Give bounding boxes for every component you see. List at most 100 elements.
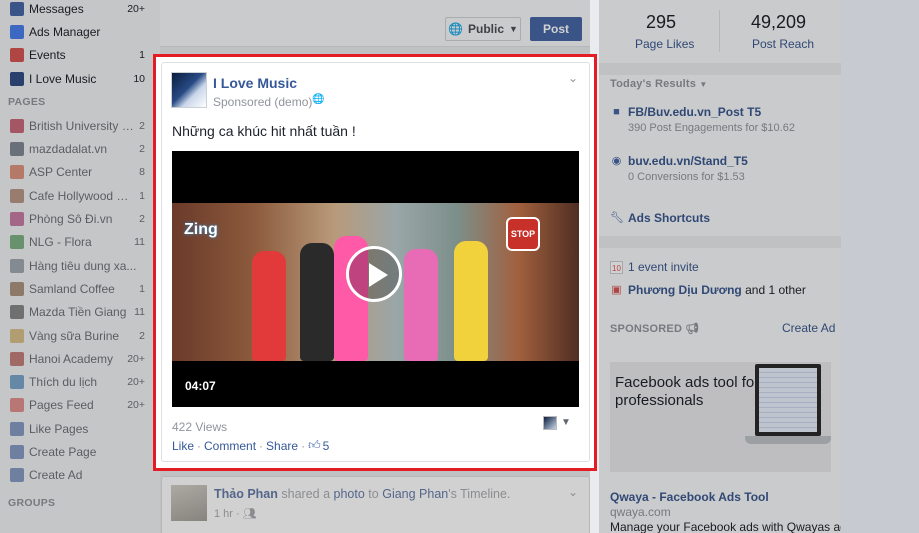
sponsored-label[interactable]: Sponsored (demo) <box>213 95 312 109</box>
caret-down-icon[interactable]: ▼ <box>561 417 571 428</box>
sidebar-item-label: NLG - Flora <box>29 235 92 250</box>
sidebar-item-label: Hàng tiêu dung xa... <box>29 258 137 273</box>
page-icon <box>10 188 24 203</box>
composer-bar: 🌐 Public ▼ Post <box>160 0 590 47</box>
sidebar-item[interactable]: ASP Center 8 <box>0 161 160 184</box>
sidebar-item-label: Events <box>29 48 66 63</box>
birthday-line: Phương Dịu Dương and 1 other <box>628 283 806 297</box>
sidebar-item[interactable]: Events 1 <box>0 44 160 67</box>
event-invite-link[interactable]: 1 event invite <box>628 260 699 274</box>
post-caption: Những ca khúc hit nhất tuần ! <box>172 123 356 139</box>
sponsored-post-card: I Love Music Sponsored (demo) 🌐 ⌄ Những … <box>161 62 590 462</box>
sidebar-item[interactable]: Phòng Sô Đi.vn 2 <box>0 207 160 230</box>
page-likes-link[interactable]: Page Likes <box>635 37 694 51</box>
sidebar-item[interactable]: I Love Music 10 <box>0 67 160 90</box>
chevron-down-icon[interactable]: ⌄ <box>568 485 578 499</box>
sidebar-item[interactable]: Hàng tiêu dung xa... <box>0 254 160 277</box>
left-sidebar: Messages 20+ Ads Manager Events 1 I Love Musi… <box>0 0 160 533</box>
video-duration: 04:07 <box>185 379 216 393</box>
ad-title-link[interactable]: Qwaya - Facebook Ads Tool <box>610 490 769 504</box>
divider <box>599 236 841 248</box>
sidebar-item[interactable]: British University Vi... 2 <box>0 114 160 137</box>
sidebar-item-count: 2 <box>139 143 145 156</box>
author-link[interactable]: Thảo Phan <box>214 487 278 501</box>
page-selector-avatar[interactable] <box>543 416 557 430</box>
sidebar-item[interactable]: Pages Feed 20+ <box>0 394 160 417</box>
wrench-icon: 🔧︎ <box>610 212 624 224</box>
sidebar-item[interactable]: Vàng sữa Burine 2 <box>0 324 160 347</box>
sponsored-header: SPONSORED 📢︎ <box>610 323 700 335</box>
page-name-link[interactable]: I Love Music <box>213 75 297 91</box>
comment-link[interactable]: Comment <box>204 439 256 453</box>
sidebar-item-label: Messages <box>29 1 84 16</box>
sidebar-item[interactable]: Like Pages <box>0 417 160 440</box>
result-1-link[interactable]: FB/Buv.edu.vn_Post T5 <box>628 105 761 119</box>
thumbs-up-icon: 👍︎ <box>308 438 321 452</box>
sidebar-item-label: Cafe Hollywood Vi... <box>29 188 136 203</box>
create-ad-link[interactable]: Create Ad <box>782 321 835 335</box>
sidebar-item[interactable]: NLG - Flora 11 <box>0 231 160 254</box>
privacy-selector-button[interactable]: 🌐 Public ▼ <box>445 17 521 41</box>
page-icon <box>10 235 24 250</box>
sidebar-item-label: Vàng sữa Burine <box>29 328 120 343</box>
sidebar-item[interactable]: Hanoi Academy 20+ <box>0 347 160 370</box>
todays-results-header[interactable]: Today's Results ▼ <box>610 78 708 90</box>
separator: · <box>259 438 264 453</box>
sidebar-item-count: 1 <box>139 49 145 62</box>
sidebar-item[interactable]: Mazda Tiền Giang 11 <box>0 301 160 324</box>
sidebar-item-count: 2 <box>139 329 145 342</box>
author-avatar[interactable] <box>171 485 207 521</box>
page-icon <box>10 165 24 180</box>
result-2-detail: 0 Conversions for $1.53 <box>628 171 745 183</box>
calendar-icon: 10 <box>610 261 623 274</box>
sidebar-item-label: ASP Center <box>29 165 93 180</box>
chevron-down-icon[interactable]: ⌄ <box>568 71 578 85</box>
post-time[interactable]: 1 hr · 👥︎ <box>214 507 257 520</box>
result-2-link[interactable]: buv.edu.vn/Stand_T5 <box>628 154 748 168</box>
sidebar-item[interactable]: Cafe Hollywood Vi... 1 <box>0 184 160 207</box>
page-avatar[interactable] <box>171 72 207 108</box>
like-count[interactable]: 👍︎ 5 <box>308 438 329 453</box>
like-count-value: 5 <box>322 438 330 453</box>
page-icon <box>10 468 24 483</box>
post-engagement-icon: ■ <box>613 106 620 118</box>
next-post-card: Thảo Phan shared a photo to Giang Phan's… <box>161 476 590 533</box>
sidebar-item-count: 11 <box>134 236 145 249</box>
sidebar-item-count: 20+ <box>127 352 145 365</box>
like-link[interactable]: Like <box>172 439 194 453</box>
post-reach-link[interactable]: Post Reach <box>752 37 814 51</box>
friends-icon: 👥︎ <box>242 508 257 520</box>
friend-name-link[interactable]: Phương Dịu Dương <box>628 283 742 297</box>
ad-image[interactable]: Facebook ads tool for professionals <box>610 362 831 472</box>
page-icon <box>10 212 24 227</box>
sidebar-item[interactable]: Create Ad <box>0 464 160 487</box>
video-player[interactable]: Zing STOP 04:07 <box>172 151 579 407</box>
page-icon <box>10 398 24 413</box>
sidebar-item-label: British University Vi... <box>29 118 136 133</box>
page-icon <box>10 421 24 436</box>
play-icon[interactable] <box>346 246 402 302</box>
sidebar-item[interactable]: Create Page <box>0 440 160 463</box>
target-link[interactable]: Giang Phan <box>382 487 448 501</box>
page-likes-value: 295 <box>646 12 677 32</box>
separator: · <box>197 438 202 453</box>
photo-link[interactable]: photo <box>334 487 365 501</box>
separator: · <box>301 438 306 453</box>
sidebar-item-count: 1 <box>139 282 145 295</box>
page-icon <box>10 328 24 343</box>
sidebar-item[interactable]: Thích du lịch 20+ <box>0 370 160 393</box>
post-button[interactable]: Post <box>530 17 582 41</box>
messages-icon <box>10 1 24 16</box>
share-link[interactable]: Share <box>266 439 298 453</box>
sidebar-item[interactable]: mazdadalat.vn 2 <box>0 137 160 160</box>
to-text: to <box>368 487 379 501</box>
megaphone-icon: 📢︎ <box>685 323 700 335</box>
sidebar-item[interactable]: Ads Manager <box>0 20 160 43</box>
sidebar-item-count: 8 <box>139 166 145 179</box>
sidebar-item[interactable]: Messages 20+ <box>0 0 160 20</box>
divider <box>719 10 720 52</box>
next-post-title: Thảo Phan shared a photo to Giang Phan's… <box>214 487 510 501</box>
ads-shortcuts-link[interactable]: Ads Shortcuts <box>628 211 710 225</box>
shared-text: shared a <box>281 487 331 501</box>
sidebar-item[interactable]: Samland Coffee 1 <box>0 277 160 300</box>
